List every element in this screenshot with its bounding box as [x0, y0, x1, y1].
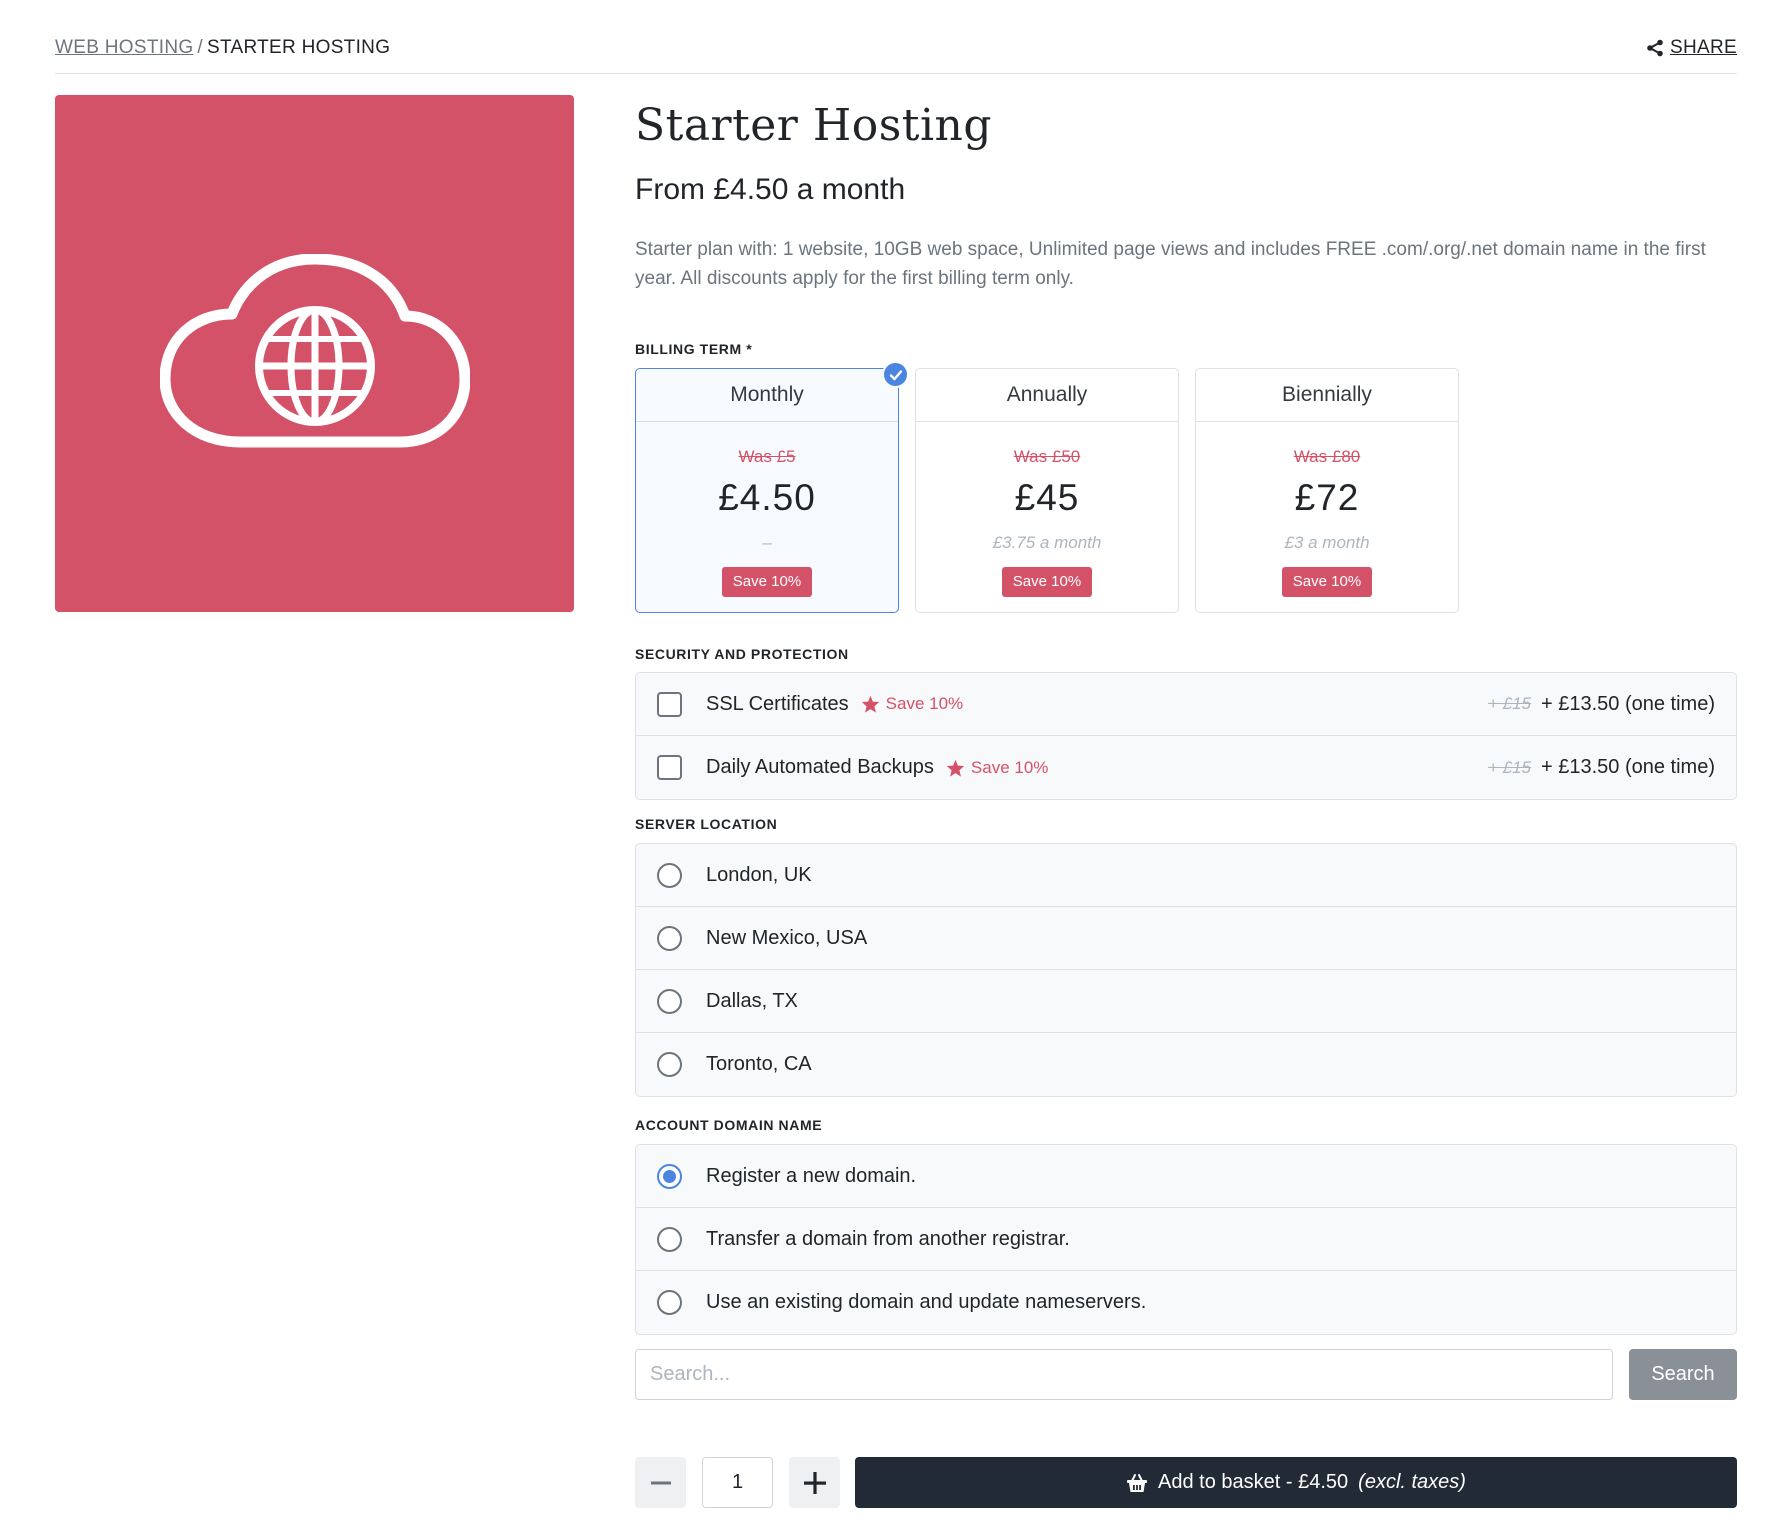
product-details: Starter Hosting From £4.50 a month Start…: [635, 95, 1737, 293]
increment-button[interactable]: [789, 1457, 840, 1508]
billing-per-month: –: [762, 533, 772, 552]
share-label: SHARE: [1670, 37, 1737, 58]
security-options: SSL Certificates Save 10% + £15 + £13.50…: [635, 672, 1737, 800]
basket-icon: [1127, 1473, 1148, 1492]
addon-old-price: + £15: [1487, 694, 1531, 713]
add-to-basket-button[interactable]: Add to basket - £4.50 (excl. taxes): [855, 1457, 1737, 1508]
server-option-label: London, UK: [706, 863, 812, 886]
breadcrumb-separator: /: [197, 37, 204, 58]
billing-price: £45: [1014, 477, 1080, 518]
addon-promo: Save 10%: [861, 694, 964, 714]
domain-option-transfer[interactable]: Transfer a domain from another registrar…: [636, 1208, 1736, 1271]
product-description: Starter plan with: 1 website, 10GB web s…: [635, 239, 1706, 289]
billing-per-month: £3 a month: [1284, 533, 1370, 552]
checkbox[interactable]: [657, 755, 682, 780]
addon-promo-label: Save 10%: [970, 757, 1049, 777]
plus-icon: [803, 1471, 826, 1494]
checkbox[interactable]: [657, 691, 682, 717]
billing-per-month: £3.75 a month: [992, 533, 1102, 552]
addon-promo-label: Save 10%: [885, 694, 964, 713]
billing-term-label: BILLING TERM *: [635, 341, 753, 357]
domain-search: Search: [635, 1349, 1737, 1400]
billing-term-name: Annually: [916, 369, 1178, 422]
addon-new-price: + £13.50 (one time): [1541, 756, 1715, 778]
server-option-new-mexico[interactable]: New Mexico, USA: [636, 907, 1736, 970]
domain-option-label: Transfer a domain from another registrar…: [706, 1227, 1070, 1250]
billing-card-annually[interactable]: Annually Was £50 £45 £3.75 a month Save …: [915, 368, 1179, 613]
server-location-label: SERVER LOCATION: [635, 816, 778, 832]
quantity-input[interactable]: [702, 1457, 773, 1508]
billing-price: £4.50: [718, 477, 816, 518]
quantity-stepper: [635, 1457, 840, 1508]
product-image: [55, 95, 574, 612]
addon-label: SSL Certificates: [706, 692, 849, 715]
decrement-button[interactable]: [635, 1457, 686, 1508]
addon-new-price: + £13.50 (one time): [1541, 692, 1715, 715]
save-badge: Save 10%: [721, 567, 813, 597]
addon-promo: Save 10%: [946, 757, 1049, 778]
star-icon: [861, 695, 879, 713]
radio-button[interactable]: [657, 925, 682, 951]
radio-button[interactable]: [657, 1052, 682, 1077]
server-option-london[interactable]: London, UK: [636, 844, 1736, 907]
server-option-label: Toronto, CA: [706, 1053, 812, 1075]
domain-option-existing[interactable]: Use an existing domain and update namese…: [636, 1271, 1736, 1334]
security-section-label: SECURITY AND PROTECTION: [635, 646, 849, 662]
billing-term-options: Monthly Was £5 £4.50 – Save 10% Annually…: [635, 361, 1459, 613]
addon-label: Daily Automated Backups: [706, 756, 934, 778]
save-badge: Save 10%: [1001, 567, 1093, 597]
server-location-options: London, UK New Mexico, USA Dallas, TX To…: [635, 843, 1737, 1097]
page-title: Starter Hosting: [635, 100, 993, 151]
billing-card-monthly[interactable]: Monthly Was £5 £4.50 – Save 10%: [635, 361, 909, 613]
addon-price: + £15 + £13.50 (one time): [1488, 693, 1715, 716]
basket-label: Add to basket - £4.50: [1158, 1471, 1349, 1493]
radio-button[interactable]: [657, 988, 682, 1014]
radio-button-selected[interactable]: [657, 1163, 682, 1189]
cloud-globe-icon: [159, 253, 470, 447]
domain-section-label: ACCOUNT DOMAIN NAME: [635, 1117, 823, 1133]
billing-was-price: Was £50: [1013, 447, 1081, 466]
share-button[interactable]: SHARE: [1646, 34, 1737, 62]
domain-option-register[interactable]: Register a new domain.: [636, 1145, 1736, 1208]
addon-price: + £15 + £13.50 (one time): [1488, 756, 1715, 779]
star-icon: [946, 759, 965, 777]
domain-option-label: Use an existing domain and update namese…: [706, 1291, 1147, 1313]
domain-search-input[interactable]: [635, 1349, 1613, 1400]
top-bar: WEB HOSTING / STARTER HOSTING SHARE: [55, 34, 1737, 74]
billing-card-biennially[interactable]: Biennially Was £80 £72 £3 a month Save 1…: [1195, 368, 1459, 613]
server-option-toronto[interactable]: Toronto, CA: [636, 1033, 1736, 1096]
price-from: From £4.50 a month: [635, 173, 906, 206]
search-button[interactable]: Search: [1629, 1349, 1737, 1400]
addon-daily-backups[interactable]: Daily Automated Backups Save 10% + £15 +…: [636, 736, 1736, 799]
domain-options: Register a new domain. Transfer a domain…: [635, 1144, 1737, 1335]
server-option-dallas[interactable]: Dallas, TX: [636, 970, 1736, 1033]
breadcrumb-link-web-hosting[interactable]: WEB HOSTING: [55, 37, 193, 58]
billing-term-name: Biennially: [1196, 369, 1458, 422]
share-icon: [1647, 39, 1663, 57]
server-option-label: New Mexico, USA: [706, 926, 868, 949]
breadcrumb: WEB HOSTING / STARTER HOSTING: [55, 34, 390, 62]
billing-was-price: Was £80: [1293, 447, 1361, 466]
radio-button[interactable]: [657, 1290, 682, 1315]
minus-icon: [650, 1481, 671, 1484]
basket-tax-note: (excl. taxes): [1358, 1471, 1466, 1493]
server-option-label: Dallas, TX: [706, 989, 798, 1012]
addon-old-price: + £15: [1487, 757, 1531, 777]
addon-ssl-certificates[interactable]: SSL Certificates Save 10% + £15 + £13.50…: [636, 673, 1736, 736]
radio-button[interactable]: [657, 862, 682, 888]
billing-was-price: Was £5: [738, 447, 796, 466]
domain-option-label: Register a new domain.: [706, 1164, 917, 1187]
radio-button[interactable]: [657, 1226, 682, 1252]
selected-check-icon: [882, 361, 909, 388]
save-badge: Save 10%: [1281, 567, 1373, 597]
billing-term-name: Monthly: [636, 369, 898, 422]
breadcrumb-current: STARTER HOSTING: [207, 37, 391, 58]
billing-price: £72: [1294, 477, 1360, 518]
